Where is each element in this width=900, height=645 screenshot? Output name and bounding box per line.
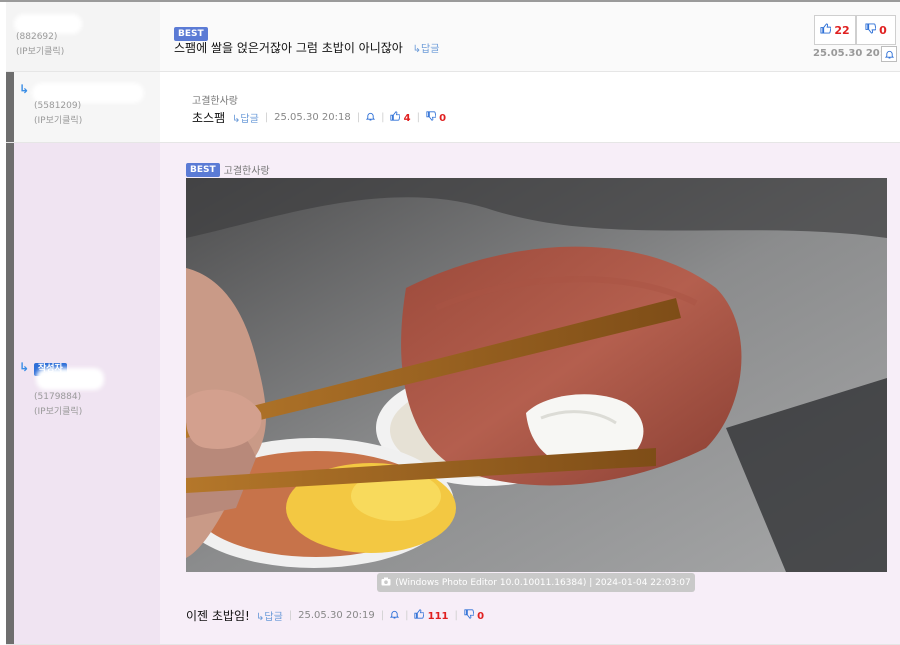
- separator: |: [288, 610, 293, 621]
- reply-to-nickname: 고결한사랑: [192, 96, 238, 107]
- upvote-count: 111: [427, 611, 449, 622]
- spam-sushi-photo: [186, 178, 887, 572]
- thumbs-up-icon: [820, 23, 832, 37]
- upvote-button[interactable]: 4: [390, 111, 411, 124]
- user-id: (882692): [16, 32, 58, 42]
- reply-button[interactable]: ↳답글: [256, 608, 283, 623]
- upvote-count: 4: [403, 113, 411, 124]
- separator: |: [454, 610, 458, 621]
- thumbs-down-icon: [865, 23, 877, 37]
- reply-button[interactable]: ↳답글: [232, 110, 259, 125]
- bell-icon[interactable]: [389, 610, 400, 622]
- reply-arrow-icon: ↳: [19, 360, 30, 374]
- upvote-count: 22: [834, 23, 850, 37]
- bell-icon[interactable]: [881, 46, 897, 62]
- separator: |: [264, 112, 269, 123]
- camera-icon: [381, 577, 391, 589]
- comment-content: BEST 스팸에 쌀을 얹은거잖아 그럼 초밥이 아니잖아 ↳답글 22 0 2…: [160, 2, 900, 71]
- comment-user-panel: ↳ (5581209) (IP보기클릭): [6, 72, 160, 142]
- comment-user-panel: ↳ 작성자 (5179884) (IP보기클릭): [6, 143, 160, 644]
- downvote-count: 0: [879, 23, 887, 37]
- downvote-count: 0: [477, 611, 485, 622]
- comment-timestamp: 25.05.30 20:19: [298, 610, 375, 621]
- separator: |: [380, 610, 385, 621]
- comment-content: 고결한사랑 초스팸 ↳답글 | 25.05.30 20:18 | | 4 | 0: [160, 72, 900, 142]
- user-id: (5581209): [34, 101, 82, 111]
- best-badge: BEST: [186, 162, 220, 177]
- thumbs-down-icon: [426, 111, 437, 121]
- comment-meta: ↳답글 | 25.05.30 20:19 | | 111 | 0: [256, 608, 484, 623]
- comment-header: BEST 고결한사랑: [186, 162, 270, 177]
- nickname-blurred: [32, 83, 144, 103]
- best-badge: BEST: [174, 21, 208, 41]
- separator: |: [356, 112, 361, 123]
- nickname-blurred: [14, 14, 82, 34]
- ip-view-link[interactable]: (IP보기클릭): [34, 113, 82, 126]
- photo-caption: (Windows Photo Editor 10.0.10011.16384) …: [377, 573, 695, 592]
- reply-arrow-icon: ↳: [19, 82, 30, 96]
- separator: |: [416, 112, 420, 123]
- bell-icon[interactable]: [365, 112, 376, 124]
- downvote-button[interactable]: 0: [426, 111, 446, 124]
- comment-user-panel: (882692) (IP보기클릭): [6, 2, 160, 71]
- upvote-button[interactable]: 111: [414, 609, 449, 622]
- thumbs-up-icon: [414, 609, 425, 619]
- comment-section: (882692) (IP보기클릭) BEST 스팸에 쌀을 얹은거잖아 그럼 초…: [0, 0, 900, 645]
- downvote-button[interactable]: 0: [856, 15, 896, 45]
- comment-timestamp: 25.05.30 20:18: [274, 112, 351, 123]
- comment-row: (882692) (IP보기클릭) BEST 스팸에 쌀을 얹은거잖아 그럼 초…: [6, 2, 900, 72]
- reply-to-nickname: 고결한사랑: [223, 166, 270, 177]
- user-id: (5179884): [34, 392, 82, 402]
- comment-body: 초스팸: [192, 111, 226, 125]
- downvote-count: 0: [439, 113, 447, 124]
- upvote-button[interactable]: 22: [814, 15, 856, 45]
- thumbs-down-icon: [464, 609, 475, 619]
- comment-body: 스팸에 쌀을 얹은거잖아 그럼 초밥이 아니잖아 ↳답글: [174, 41, 440, 55]
- comment-meta: ↳답글 | 25.05.30 20:18 | | 4 | 0: [232, 110, 446, 125]
- separator: |: [381, 112, 385, 123]
- ip-view-link[interactable]: (IP보기클릭): [34, 404, 82, 417]
- downvote-button[interactable]: 0: [464, 609, 484, 622]
- thumbs-up-icon: [390, 111, 401, 121]
- separator: |: [405, 610, 409, 621]
- nickname-blurred: [36, 368, 104, 390]
- comment-attached-photo[interactable]: [186, 178, 887, 572]
- reply-button[interactable]: ↳답글: [413, 44, 440, 55]
- comment-row-reply: ↳ (5581209) (IP보기클릭) 고결한사랑 초스팸 ↳답글 | 25.…: [6, 72, 900, 143]
- photo-caption-text: (Windows Photo Editor 10.0.10011.16384) …: [395, 577, 691, 588]
- ip-view-link[interactable]: (IP보기클릭): [16, 44, 64, 57]
- comment-body: 이젠 초밥임!: [186, 609, 250, 623]
